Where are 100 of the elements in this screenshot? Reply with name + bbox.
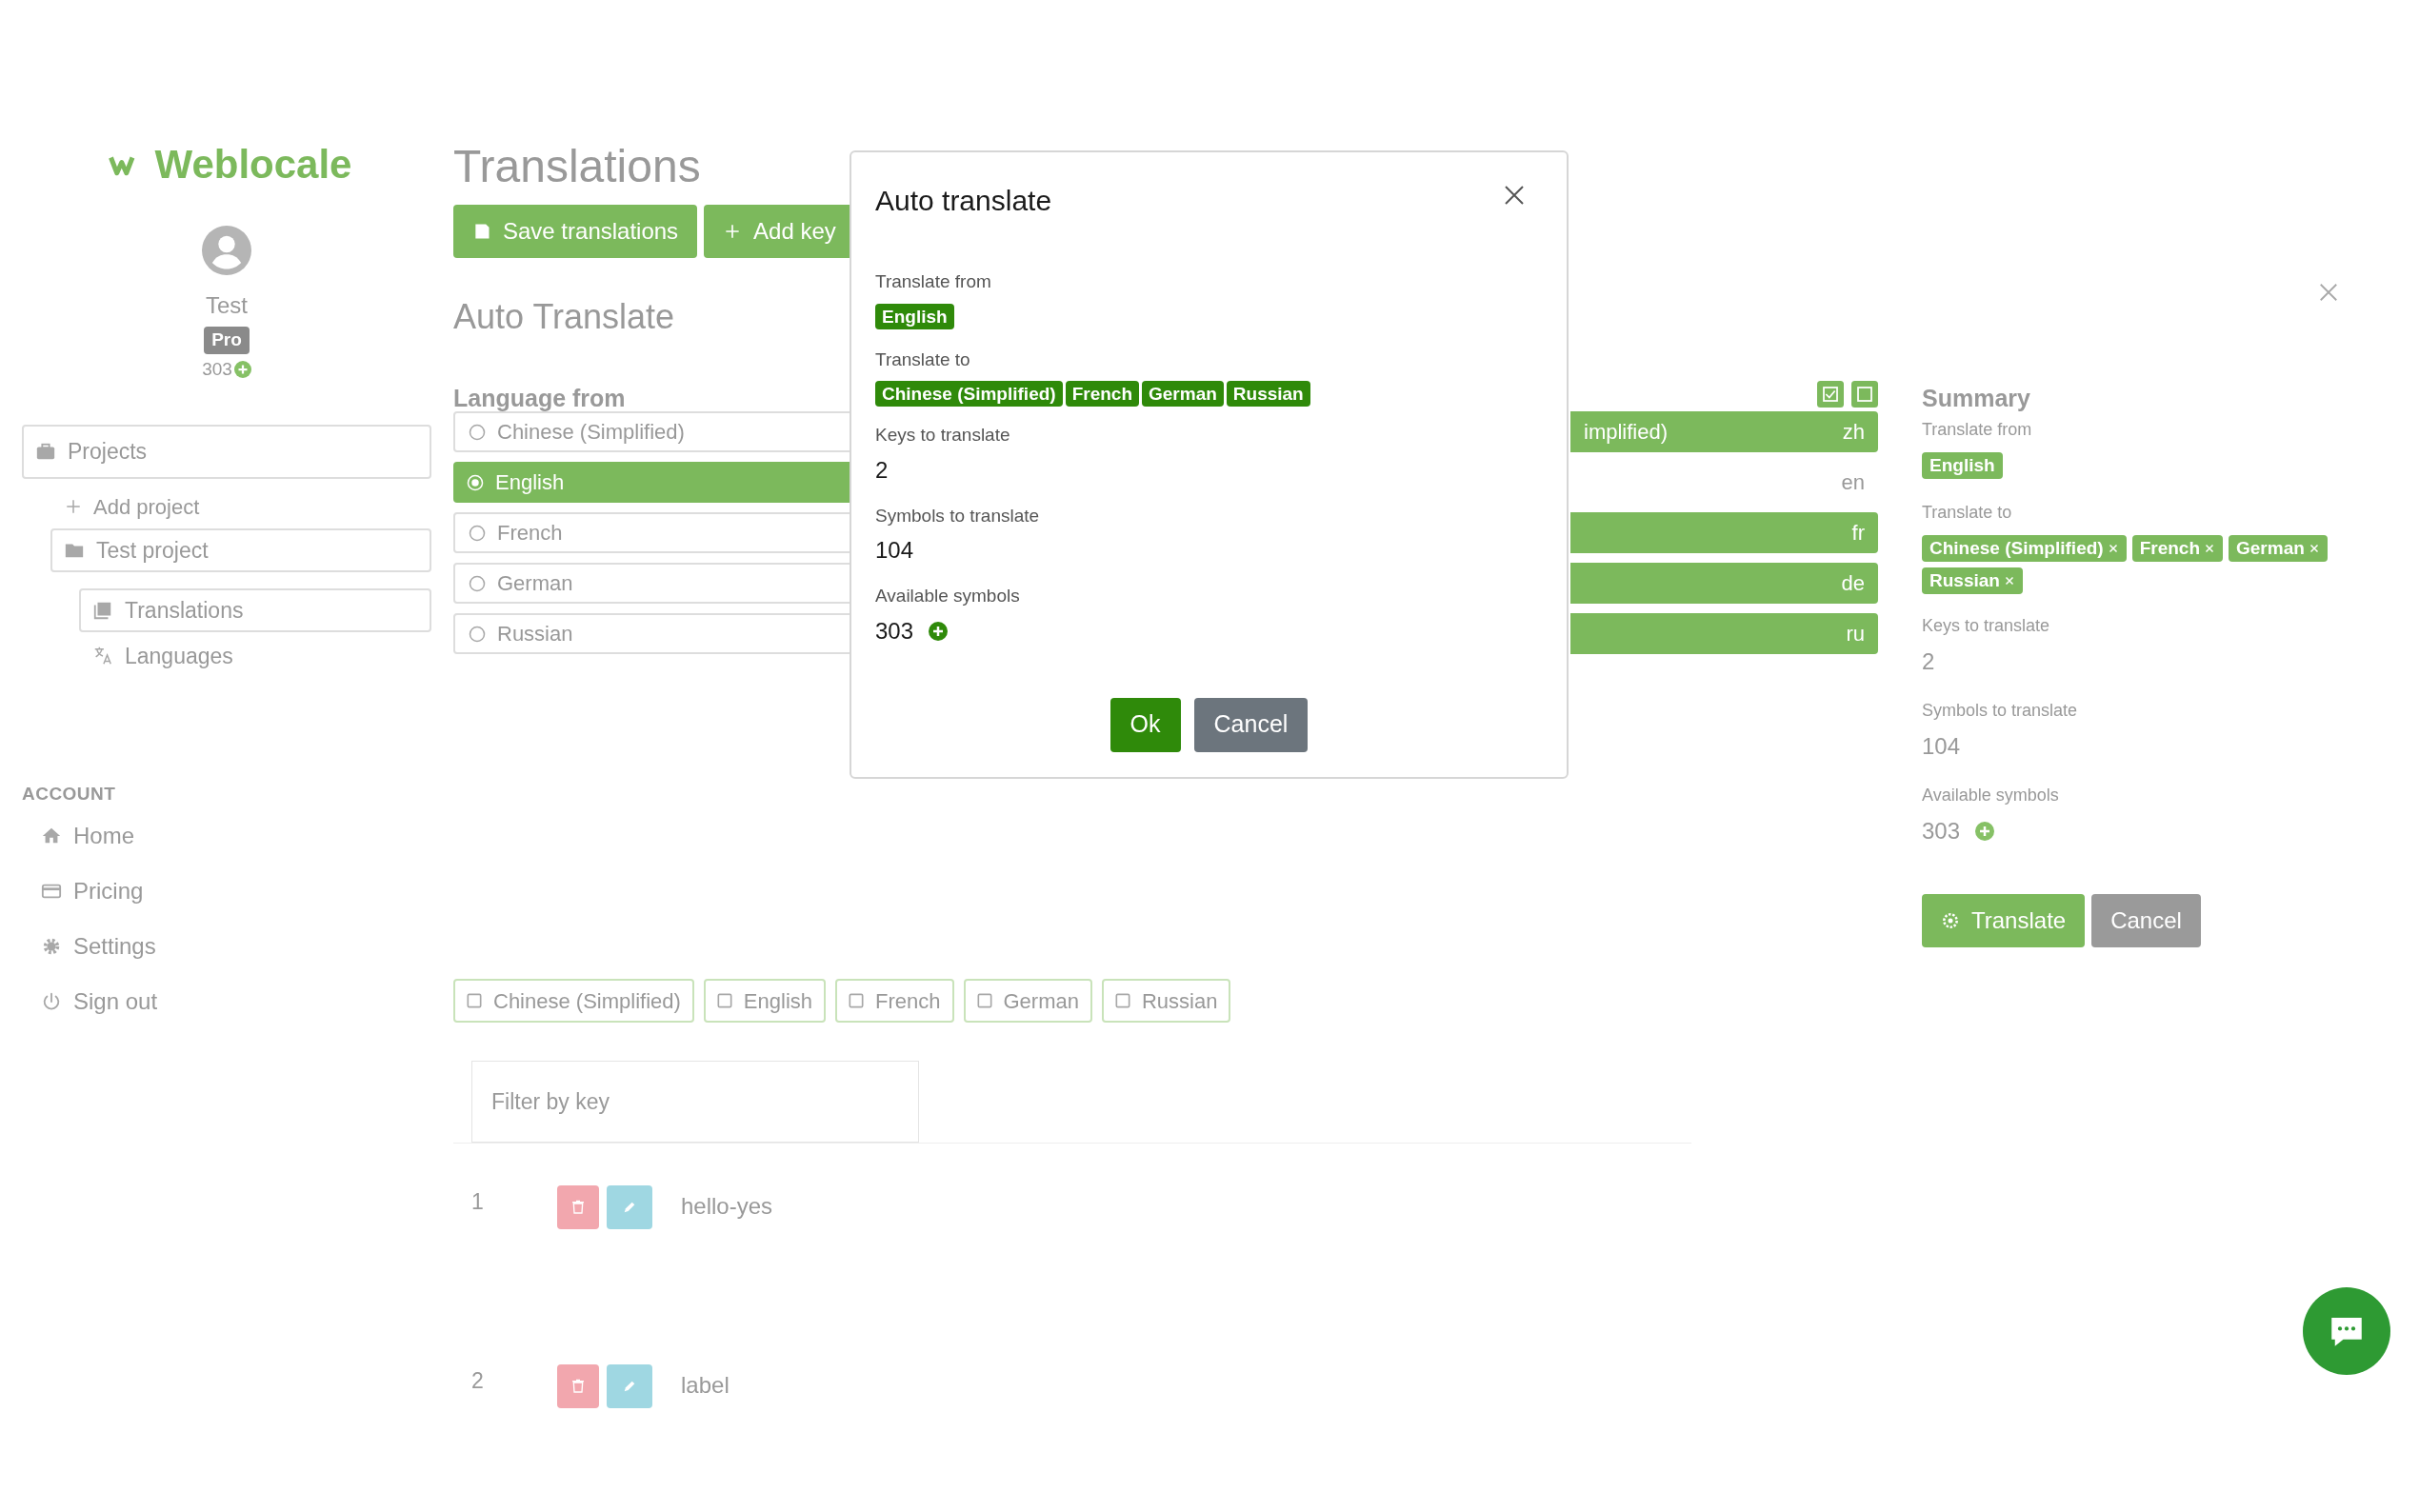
radio-icon: [469, 423, 486, 441]
translate-button[interactable]: Translate: [1922, 894, 2086, 947]
cancel-button[interactable]: Cancel: [1193, 697, 1309, 752]
field-value: 104: [875, 536, 914, 565]
field-label: Translate from: [875, 270, 991, 293]
trash-icon: [570, 1200, 586, 1215]
field-label: Symbols to translate: [875, 504, 1040, 527]
language-tag: Russian: [1922, 567, 2023, 594]
pencil-icon: [622, 1200, 637, 1215]
language-row[interactable]: ru: [1570, 613, 1878, 654]
language-tag: Chinese (Simplified): [1922, 535, 2127, 562]
edit-button[interactable]: [607, 1185, 652, 1229]
ok-button[interactable]: Ok: [1110, 697, 1181, 752]
field-label: Translate to: [875, 348, 970, 371]
key-name: label: [681, 1371, 730, 1400]
summary-heading: Summary: [1922, 384, 2030, 413]
column-heading: Language from: [453, 384, 626, 411]
gear-icon: [1941, 911, 1960, 930]
checkbox-icon: [716, 993, 732, 1008]
delete-button[interactable]: [557, 1364, 599, 1408]
radio-icon: [469, 574, 486, 592]
pencil-icon: [622, 1379, 637, 1394]
nav-item[interactable]: Translations: [79, 588, 431, 632]
field-label: Available symbols: [875, 585, 1020, 607]
delete-button[interactable]: [557, 1185, 599, 1229]
field-label: Available symbols: [1922, 785, 2059, 806]
field-label: Keys to translate: [1922, 615, 2050, 637]
section-title: Auto Translate: [453, 296, 675, 338]
logo-text: Weblocale: [154, 144, 352, 185]
trash-icon: [570, 1379, 586, 1394]
language-tag: German: [2229, 535, 2328, 562]
nav-item[interactable]: Sign out: [41, 973, 431, 1029]
language-tag: Chinese (Simplified): [875, 381, 1063, 407]
radio-icon: [469, 524, 486, 542]
language-tag: English: [1922, 452, 2003, 479]
nav-item[interactable]: Home: [41, 807, 431, 864]
field-value: 303: [1922, 817, 1961, 846]
plan-badge: Pro: [204, 327, 250, 354]
stacked-pages-icon: [92, 600, 113, 621]
key-name: hello-yes: [681, 1192, 773, 1221]
filter-checkbox[interactable]: Russian: [1102, 979, 1231, 1023]
radio-icon: [469, 625, 486, 643]
field-label: Translate from: [1922, 419, 2032, 441]
checkbox-icon: [976, 993, 992, 1008]
filter-checkbox[interactable]: German: [963, 979, 1092, 1023]
nav-item[interactable]: Test project: [50, 528, 431, 572]
close-icon: [2308, 543, 2320, 554]
power-icon: [41, 990, 62, 1012]
radio-checked-icon: [467, 473, 484, 491]
modal-title: Auto translate: [875, 184, 1052, 218]
field-label: Translate to: [1922, 502, 2012, 524]
close-icon: [2107, 543, 2119, 554]
filter-checkbox[interactable]: French: [835, 979, 954, 1023]
avatar-icon: [202, 226, 251, 275]
page-title: Translations: [453, 140, 701, 193]
filter-checkbox[interactable]: English: [703, 979, 826, 1023]
checkbox-icon: [1115, 993, 1130, 1008]
plus-circle-icon: [233, 360, 251, 378]
language-tag: Russian: [1226, 381, 1310, 407]
field-value: 2: [1922, 647, 1935, 676]
credit-count: 303: [202, 357, 232, 381]
language-row[interactable]: de: [1570, 563, 1878, 604]
language-row[interactable]: en: [1570, 462, 1878, 503]
checkbox-icon: [467, 993, 482, 1008]
language-row[interactable]: fr: [1570, 512, 1878, 553]
language-tag: German: [1142, 381, 1224, 407]
close-icon: [2003, 575, 2015, 587]
filter-checkbox[interactable]: Chinese (Simplified): [453, 979, 694, 1023]
nav-item[interactable]: Pricing: [41, 863, 431, 919]
plus-circle-icon: [929, 621, 949, 641]
user-name: Test: [205, 291, 249, 320]
field-label: Symbols to translate: [1922, 700, 2078, 722]
checkbox-checked-icon: [1817, 381, 1844, 408]
add-project-link[interactable]: Add project: [65, 492, 431, 521]
row-number: 1: [470, 1188, 485, 1216]
language-tag: French: [2131, 535, 2223, 562]
nav-item[interactable]: Settings: [41, 918, 431, 974]
close-icon: [2318, 282, 2339, 303]
cancel-button[interactable]: Cancel: [2091, 894, 2201, 947]
filter-field[interactable]: Filter by key: [471, 1061, 919, 1143]
section-heading: ACCOUNT: [22, 783, 117, 806]
close-icon: [1503, 184, 1526, 207]
row-number: 2: [470, 1367, 485, 1395]
field-label: Keys to translate: [875, 424, 1010, 447]
checkbox-icon: [1851, 381, 1878, 408]
language-row[interactable]: implified) zh: [1570, 411, 1878, 452]
checkbox-icon: [849, 993, 864, 1008]
field-value: 2: [875, 455, 889, 485]
language-tag: French: [1065, 381, 1139, 407]
nav-item[interactable]: Projects: [22, 425, 431, 479]
field-value: 104: [1922, 732, 1961, 761]
toolbar-button[interactable]: Save translations: [453, 205, 698, 258]
language-tag: English: [875, 303, 954, 329]
edit-button[interactable]: [607, 1364, 652, 1408]
close-icon: [2204, 543, 2215, 554]
plus-icon: [65, 498, 82, 515]
plus-circle-icon: [1975, 822, 1995, 841]
nav-item[interactable]: Languages: [79, 634, 431, 678]
field-value: 303: [875, 616, 914, 646]
translate-icon: [92, 646, 113, 666]
